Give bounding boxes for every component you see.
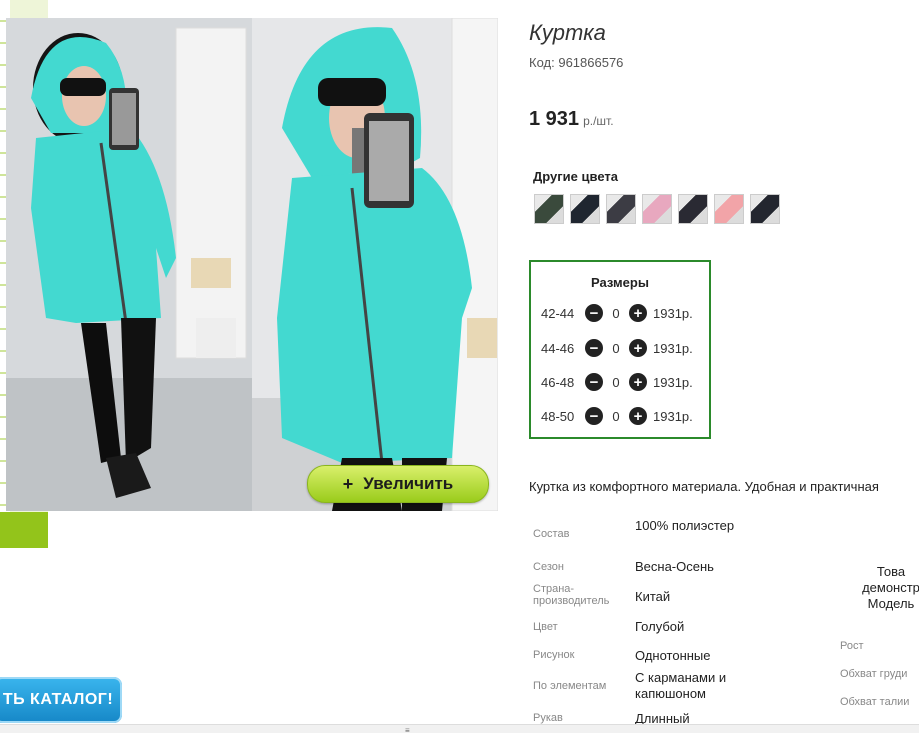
sizes-title: Размеры <box>591 275 649 290</box>
size-row: 44-46 − 0 + 1931р. <box>541 339 693 357</box>
minus-icon[interactable]: − <box>585 373 603 391</box>
model-info-line: Това <box>876 564 906 579</box>
price-unit: р./шт. <box>583 114 614 128</box>
property-value: Голубой <box>635 619 685 634</box>
size-label: 44-46 <box>541 340 575 356</box>
size-price: 1931р. <box>653 374 693 390</box>
color-swatch[interactable] <box>534 194 564 224</box>
plus-icon: + <box>342 473 354 494</box>
size-quantity: 0 <box>612 374 620 390</box>
size-price: 1931р. <box>653 408 693 424</box>
property-value: С карманами и капюшоном <box>635 670 727 701</box>
model-height-label: Рост <box>840 640 864 652</box>
size-price: 1931р. <box>653 305 693 321</box>
left-strip-bottom <box>0 512 48 548</box>
color-swatch[interactable] <box>750 194 780 224</box>
minus-icon[interactable]: − <box>585 304 603 322</box>
size-row: 48-50 − 0 + 1931р. <box>541 407 693 425</box>
size-row: 42-44 − 0 + 1931р. <box>541 304 693 322</box>
plus-icon[interactable]: + <box>629 407 647 425</box>
property-value: Китай <box>635 589 671 604</box>
model-info-line: демонстр <box>862 580 919 595</box>
product-code-label: Код: <box>529 55 555 70</box>
size-quantity: 0 <box>612 305 620 321</box>
product-photo-main[interactable] <box>6 18 252 511</box>
size-label: 48-50 <box>541 408 575 424</box>
sizes-panel: Размеры 42-44 − 0 + 1931р. 44-46 − 0 + 1… <box>529 260 711 439</box>
property-key: Цвет <box>533 621 558 633</box>
other-colors-label: Другие цвета <box>533 169 618 184</box>
scroll-grip-icon[interactable]: ≡ <box>405 726 410 735</box>
property-value: Однотонные <box>635 648 711 663</box>
size-quantity: 0 <box>612 408 620 424</box>
color-swatch[interactable] <box>642 194 672 224</box>
model-waist-label: Обхват талии <box>840 696 910 708</box>
size-quantity: 0 <box>612 340 620 356</box>
price-value: 1 931 <box>529 108 580 130</box>
plus-icon[interactable]: + <box>629 339 647 357</box>
property-value: 100% полиэстер <box>635 518 735 533</box>
model-chest-label: Обхват груди <box>840 668 908 680</box>
size-label: 46-48 <box>541 374 575 390</box>
product-code: Код: 961866576 <box>529 55 623 70</box>
zoom-button-label: Увеличить <box>363 474 454 493</box>
plus-icon[interactable]: + <box>629 373 647 391</box>
catalog-banner-button[interactable]: ТЬ КАТАЛОГ! <box>0 677 122 723</box>
size-price: 1931р. <box>653 340 693 356</box>
property-key: Рисунок <box>533 649 575 661</box>
color-swatch[interactable] <box>714 194 744 224</box>
size-row: 46-48 − 0 + 1931р. <box>541 373 693 391</box>
product-price: 1 931 р./шт. <box>529 108 614 131</box>
color-swatch[interactable] <box>678 194 708 224</box>
color-swatch[interactable] <box>570 194 600 224</box>
minus-icon[interactable]: − <box>585 339 603 357</box>
property-key: Сезон <box>533 561 564 573</box>
product-photo-secondary[interactable] <box>252 18 498 511</box>
property-key: По элементам <box>533 680 607 692</box>
plus-icon[interactable]: + <box>629 304 647 322</box>
zoom-button[interactable]: + Увеличить <box>307 465 489 503</box>
product-code-value: 961866576 <box>558 55 624 70</box>
property-key: Состав <box>533 528 570 540</box>
size-label: 42-44 <box>541 305 575 321</box>
model-info: Това демонстр Модель <box>846 564 919 612</box>
color-swatch[interactable] <box>606 194 636 224</box>
property-key: Рукав <box>533 712 563 724</box>
minus-icon[interactable]: − <box>585 407 603 425</box>
catalog-banner-label: ТЬ КАТАЛОГ! <box>2 691 114 708</box>
property-key: Страна-производитель <box>533 583 610 607</box>
product-description: Куртка из комфортного материала. Удобная… <box>529 479 879 494</box>
color-swatches <box>534 194 780 224</box>
model-info-line: Модель <box>867 596 915 611</box>
product-title: Куртка <box>529 20 606 45</box>
property-value: Весна-Осень <box>635 559 714 574</box>
